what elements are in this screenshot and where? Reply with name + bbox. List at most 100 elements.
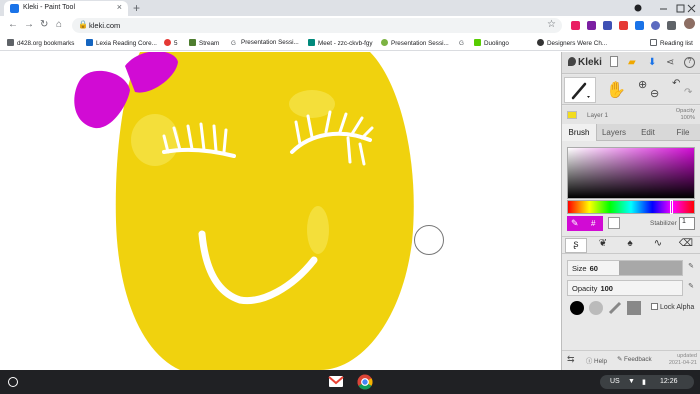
address-url: kleki.com	[89, 21, 121, 30]
tab-brush[interactable]: Brush	[562, 124, 597, 141]
opacity-edit-icon[interactable]: ✎	[686, 282, 696, 294]
primary-color-swatch[interactable]: ✎ #	[567, 216, 603, 231]
secondary-color-swatch[interactable]	[608, 217, 620, 229]
site-icon	[537, 39, 544, 46]
locale-label: US	[610, 378, 620, 385]
help-icon[interactable]: ?	[684, 57, 695, 68]
bookmark-item[interactable]: G	[459, 39, 469, 47]
bookmark-item[interactable]: Meet - zzc-ckvb-fgy	[308, 39, 373, 47]
stream-icon	[189, 39, 196, 46]
opacity-slider[interactable]: Opacity 100	[567, 280, 683, 296]
eyedropper-icon[interactable]: ✎	[571, 218, 579, 229]
layer-opacity: Opacity 100%	[675, 108, 695, 121]
battery-icon: ▮	[642, 379, 646, 386]
bookmark-item[interactable]: G Presentation Sessi...	[231, 39, 299, 47]
layer-thumbnail	[567, 111, 577, 119]
help-link[interactable]: ⓘ Help	[586, 356, 607, 365]
brush-icon	[571, 82, 590, 100]
profile-dot-icon	[634, 4, 642, 12]
extension-icon-3[interactable]	[603, 21, 612, 30]
address-bar[interactable]: 🔒 kleki.com ☆	[72, 18, 562, 33]
undo-icon[interactable]: ↶	[672, 78, 680, 89]
open-folder-icon[interactable]: ▰	[628, 57, 636, 68]
profile-avatar[interactable]	[684, 18, 695, 29]
zoom-out-icon[interactable]: ⊖	[650, 87, 659, 100]
gmail-icon[interactable]	[328, 374, 344, 388]
extension-icon-6[interactable]	[651, 21, 660, 30]
round-brush-icon[interactable]	[570, 301, 584, 315]
tab-file[interactable]: File	[665, 124, 700, 141]
back-button[interactable]: ←	[8, 19, 18, 30]
bookmark-star-icon[interactable]: ☆	[547, 19, 556, 30]
bookmarks-bar: d428.org bookmarks Lexia Reading Core...…	[0, 35, 700, 51]
bookmark-item[interactable]: Designers Were Ch...	[537, 39, 607, 47]
drawing-canvas[interactable]	[0, 52, 561, 370]
size-slider-fill	[619, 261, 682, 275]
bookmark-item[interactable]: Lexia Reading Core...	[86, 39, 157, 47]
eraser-icon[interactable]: ⌫	[675, 238, 697, 253]
forward-button[interactable]: →	[24, 19, 34, 30]
layer-row[interactable]: Layer 1 Opacity 100%	[562, 106, 700, 124]
window-controls	[634, 4, 696, 13]
hand-tool-icon[interactable]: ✋	[606, 80, 626, 100]
clock: 12:26	[660, 378, 678, 385]
soft-brush-icon[interactable]	[589, 301, 603, 315]
color-picker-area[interactable]	[567, 147, 695, 199]
new-image-icon[interactable]	[610, 56, 618, 67]
puzzle-icon[interactable]	[667, 21, 676, 30]
bookmark-item[interactable]: Duolingo	[474, 39, 509, 47]
stabilizer-select[interactable]: 1	[679, 217, 695, 230]
size-edit-icon[interactable]: ✎	[686, 262, 696, 274]
square-brush-icon[interactable]	[627, 301, 641, 315]
reading-list-button[interactable]: Reading list	[650, 39, 693, 47]
smudge-brush-icon[interactable]: ∿	[647, 238, 669, 253]
opacity-label: Opacity 100	[572, 284, 613, 293]
tab-strip: Kleki - Paint Tool × +	[0, 0, 700, 16]
bookmark-item[interactable]: 5	[164, 39, 178, 47]
tab-layers[interactable]: Layers	[597, 124, 631, 141]
google-icon: G	[459, 40, 466, 47]
chrome-icon[interactable]	[357, 374, 373, 390]
extension-icon-2[interactable]	[587, 21, 596, 30]
swap-icon[interactable]: ⇆	[567, 354, 575, 365]
sketchy-brush-icon[interactable]: ♠	[619, 238, 641, 253]
tab-title: Kleki - Paint Tool	[23, 4, 76, 11]
hue-marker[interactable]	[670, 200, 673, 214]
tab-close-icon[interactable]: ×	[117, 2, 122, 12]
tool-row: ✋ ⊕ ⊖ ↶ ↷	[562, 75, 700, 105]
size-slider[interactable]: Size 60	[567, 260, 683, 276]
hex-input-button[interactable]: #	[591, 219, 595, 228]
brush-type-row: ʂ ❦ ♠ ∿ ⌫	[562, 236, 700, 254]
home-button[interactable]: ⌂	[56, 19, 62, 30]
tab-edit[interactable]: Edit	[631, 124, 665, 141]
redo-icon[interactable]: ↷	[684, 87, 692, 98]
pencil-brush-icon[interactable]	[608, 301, 622, 315]
folder-icon	[7, 39, 14, 46]
download-icon[interactable]: ⬇	[648, 57, 656, 68]
close-window-icon	[687, 4, 696, 13]
status-tray[interactable]: US ▼ ▮ 12:26	[600, 375, 694, 389]
launcher-icon[interactable]	[8, 377, 18, 387]
hue-slider[interactable]	[567, 200, 695, 214]
zoom-in-icon[interactable]: ⊕	[638, 78, 647, 91]
extension-icon-1[interactable]	[571, 21, 580, 30]
new-tab-button[interactable]: +	[133, 1, 140, 15]
browser-tab[interactable]: Kleki - Paint Tool ×	[4, 1, 128, 16]
updated-date: updated 2021-04-21	[668, 353, 697, 366]
blend-brush-icon[interactable]: ❦	[592, 238, 614, 253]
reload-button[interactable]: ↻	[40, 19, 48, 30]
bookmark-item[interactable]: Presentation Sessi...	[381, 39, 449, 47]
extension-icon-4[interactable]	[619, 21, 628, 30]
wifi-icon: ▼	[628, 378, 635, 385]
bookmark-item[interactable]: Stream	[189, 39, 219, 47]
lock-alpha-checkbox[interactable]: Lock Alpha	[651, 303, 694, 311]
color-swatch-row: ✎ # Stabilizer 1	[567, 216, 695, 232]
bookmark-item[interactable]: d428.org bookmarks	[7, 39, 74, 47]
lexia-icon	[86, 39, 93, 46]
pen-brush-icon[interactable]: ʂ	[565, 238, 587, 253]
extension-icon-5[interactable]	[635, 21, 644, 30]
brush-tool-button[interactable]	[564, 77, 596, 103]
feedback-link[interactable]: ✎ Feedback	[617, 356, 652, 363]
meet-icon	[308, 39, 315, 46]
share-icon[interactable]: ⋖	[666, 57, 674, 68]
